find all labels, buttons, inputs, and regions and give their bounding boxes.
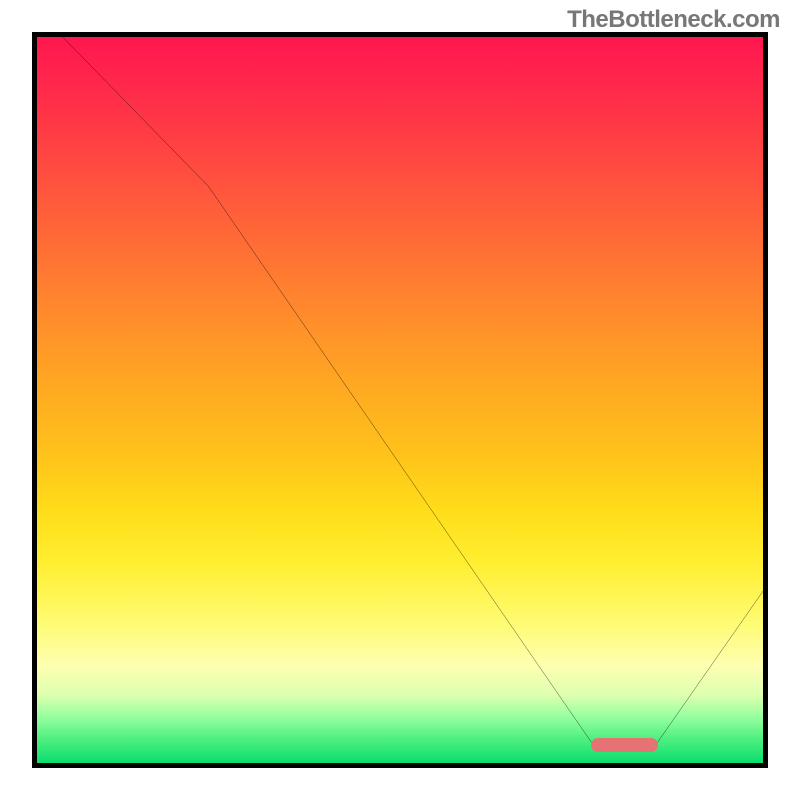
watermark-text: TheBottleneck.com — [567, 6, 780, 34]
optimal-range-marker — [591, 738, 657, 752]
chart-container: TheBottleneck.com — [0, 0, 800, 800]
plot-area — [32, 32, 768, 768]
curve-path — [58, 32, 768, 742]
bottleneck-curve — [32, 32, 768, 768]
